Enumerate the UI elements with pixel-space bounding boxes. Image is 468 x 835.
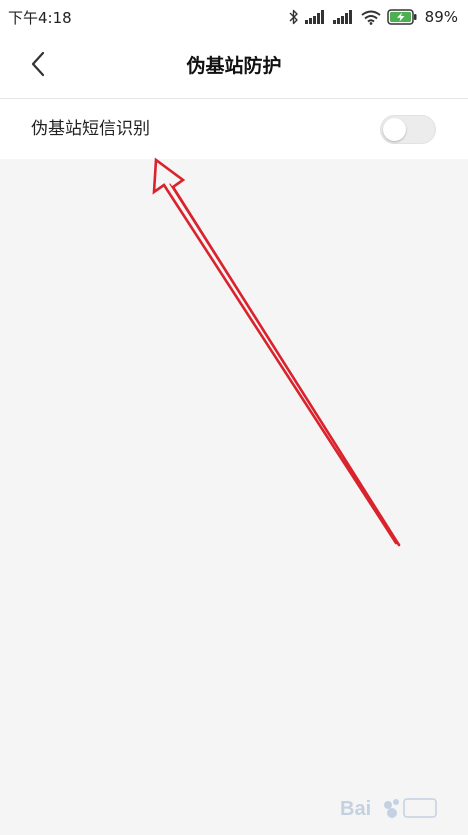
back-button[interactable] (20, 48, 56, 84)
setting-row-fake-base-station-sms[interactable]: 伪基站短信识别 (0, 99, 468, 159)
title-bar: 伪基站防护 (0, 34, 468, 98)
svg-text:Bai: Bai (340, 798, 371, 820)
signal-icon (332, 10, 355, 24)
wifi-icon (361, 10, 381, 25)
bluetooth-icon (289, 9, 299, 25)
battery-percent: 89% (424, 8, 458, 26)
status-icons: 89% (289, 6, 458, 28)
signal-icon (304, 10, 327, 24)
chevron-left-icon (30, 51, 46, 81)
page-title: 伪基站防护 (186, 55, 282, 77)
battery-charging-icon (386, 9, 417, 25)
toggle-switch[interactable] (380, 115, 436, 144)
setting-label: 伪基站短信识别 (31, 119, 150, 139)
status-time: 下午4:18 (8, 9, 72, 27)
status-bar: 下午4:18 89% (0, 0, 468, 34)
toggle-knob (383, 118, 406, 141)
watermark-logo: Bai (340, 793, 440, 823)
